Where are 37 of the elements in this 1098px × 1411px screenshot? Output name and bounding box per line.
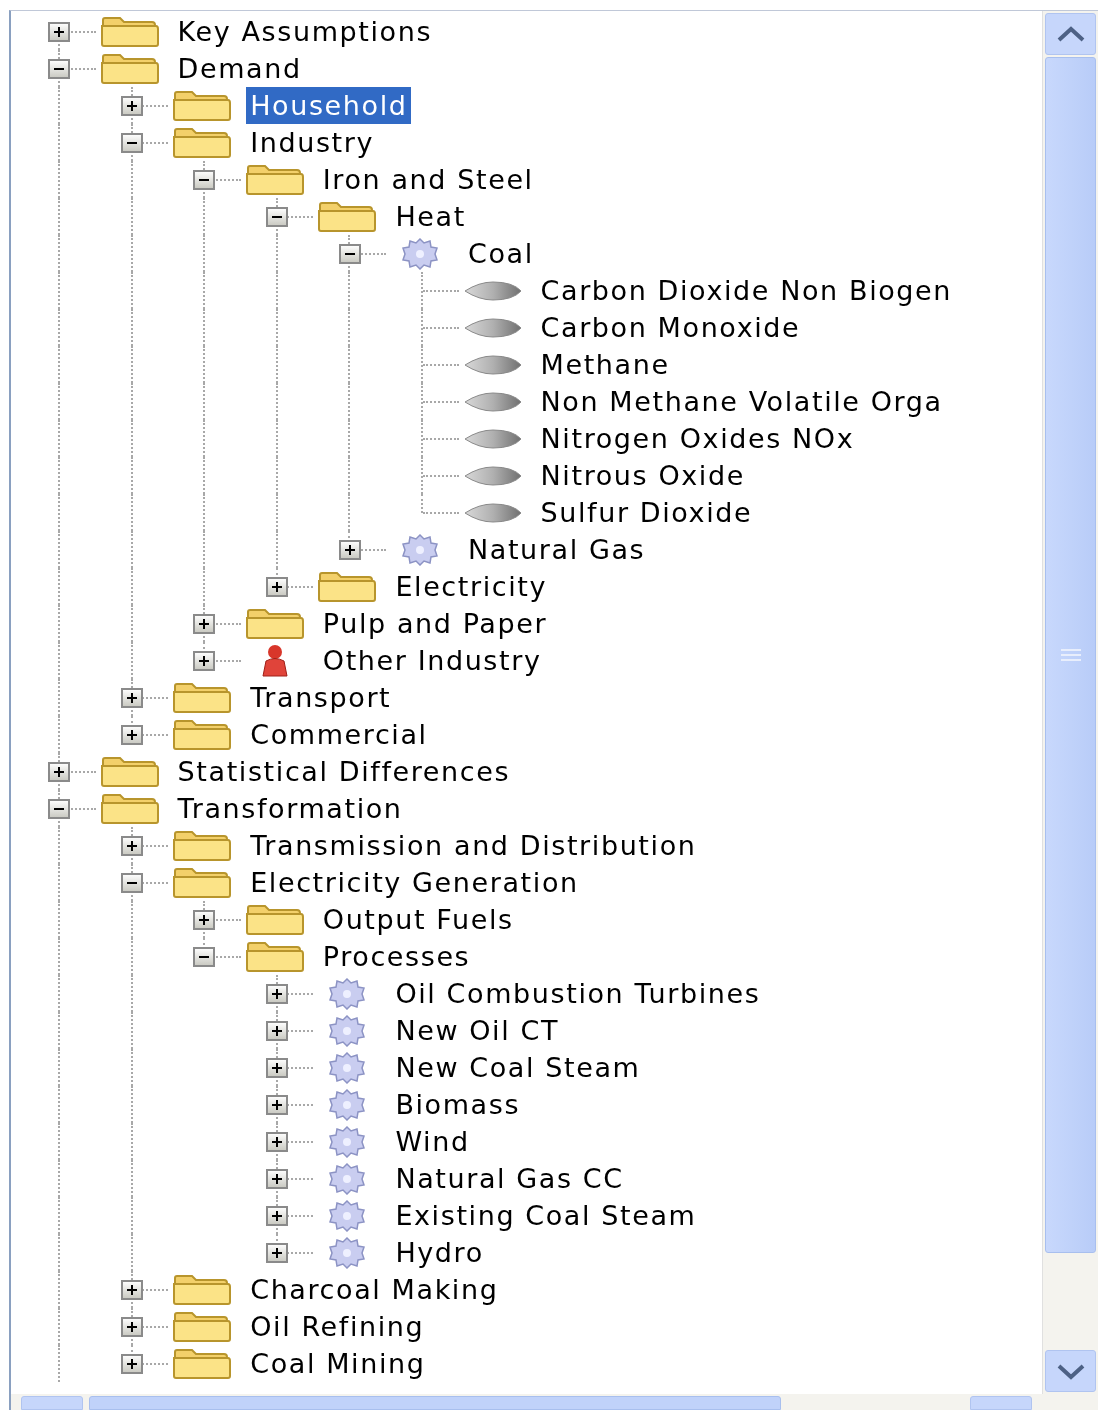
tree-item[interactable]: Transformation (173, 790, 407, 827)
tree-item[interactable]: Other Industry (318, 642, 546, 679)
tree-item[interactable]: Sulfur Dioxide (536, 494, 757, 531)
tree-item[interactable]: Carbon Dioxide Non Biogen (536, 272, 957, 309)
tree-item[interactable]: Coal Mining (246, 1345, 430, 1382)
tree-item[interactable]: Demand (173, 50, 306, 87)
tree-item[interactable]: Iron and Steel (318, 161, 538, 198)
tree-item[interactable]: Coal (463, 235, 538, 272)
tree-item[interactable]: New Coal Steam (391, 1049, 645, 1086)
tree-item[interactable]: Commercial (246, 716, 432, 753)
tree-item[interactable]: Output Fuels (318, 901, 518, 938)
tree-item[interactable]: Nitrous Oxide (536, 457, 749, 494)
tree-item[interactable]: Heat (391, 198, 470, 235)
tree-item[interactable]: Biomass (391, 1086, 525, 1123)
tree-item[interactable]: Hydro (391, 1234, 488, 1271)
tree-item[interactable]: Transport (246, 679, 396, 716)
tree-item[interactable]: Charcoal Making (246, 1271, 503, 1308)
tree-item[interactable]: Industry (246, 124, 379, 161)
tree-item[interactable]: Oil Combustion Turbines (391, 975, 765, 1012)
tree-item[interactable]: Non Methane Volatile Orga (536, 383, 947, 420)
tree-item[interactable]: Methane (536, 346, 674, 383)
tree-item[interactable]: Household (246, 87, 412, 124)
tree-item[interactable]: Electricity (391, 568, 552, 605)
tree-item[interactable]: Wind (391, 1123, 474, 1160)
tree-item[interactable]: Pulp and Paper (318, 605, 552, 642)
tree-item[interactable]: Carbon Monoxide (536, 309, 805, 346)
tree-item[interactable]: Statistical Differences (173, 753, 515, 790)
tree-item[interactable]: Key Assumptions (173, 13, 437, 50)
tree-item[interactable]: Oil Refining (246, 1308, 429, 1345)
tree-item[interactable]: Electricity Generation (246, 864, 583, 901)
tree-item[interactable]: Nitrogen Oxides NOx (536, 420, 859, 457)
tree-item[interactable]: Natural Gas (463, 531, 650, 568)
tree-item[interactable]: New Oil CT (391, 1012, 564, 1049)
tree-item[interactable]: Natural Gas CC (391, 1160, 628, 1197)
tree-item[interactable]: Processes (318, 938, 475, 975)
tree-item[interactable]: Transmission and Distribution (246, 827, 701, 864)
tree-item[interactable]: Existing Coal Steam (391, 1197, 701, 1234)
